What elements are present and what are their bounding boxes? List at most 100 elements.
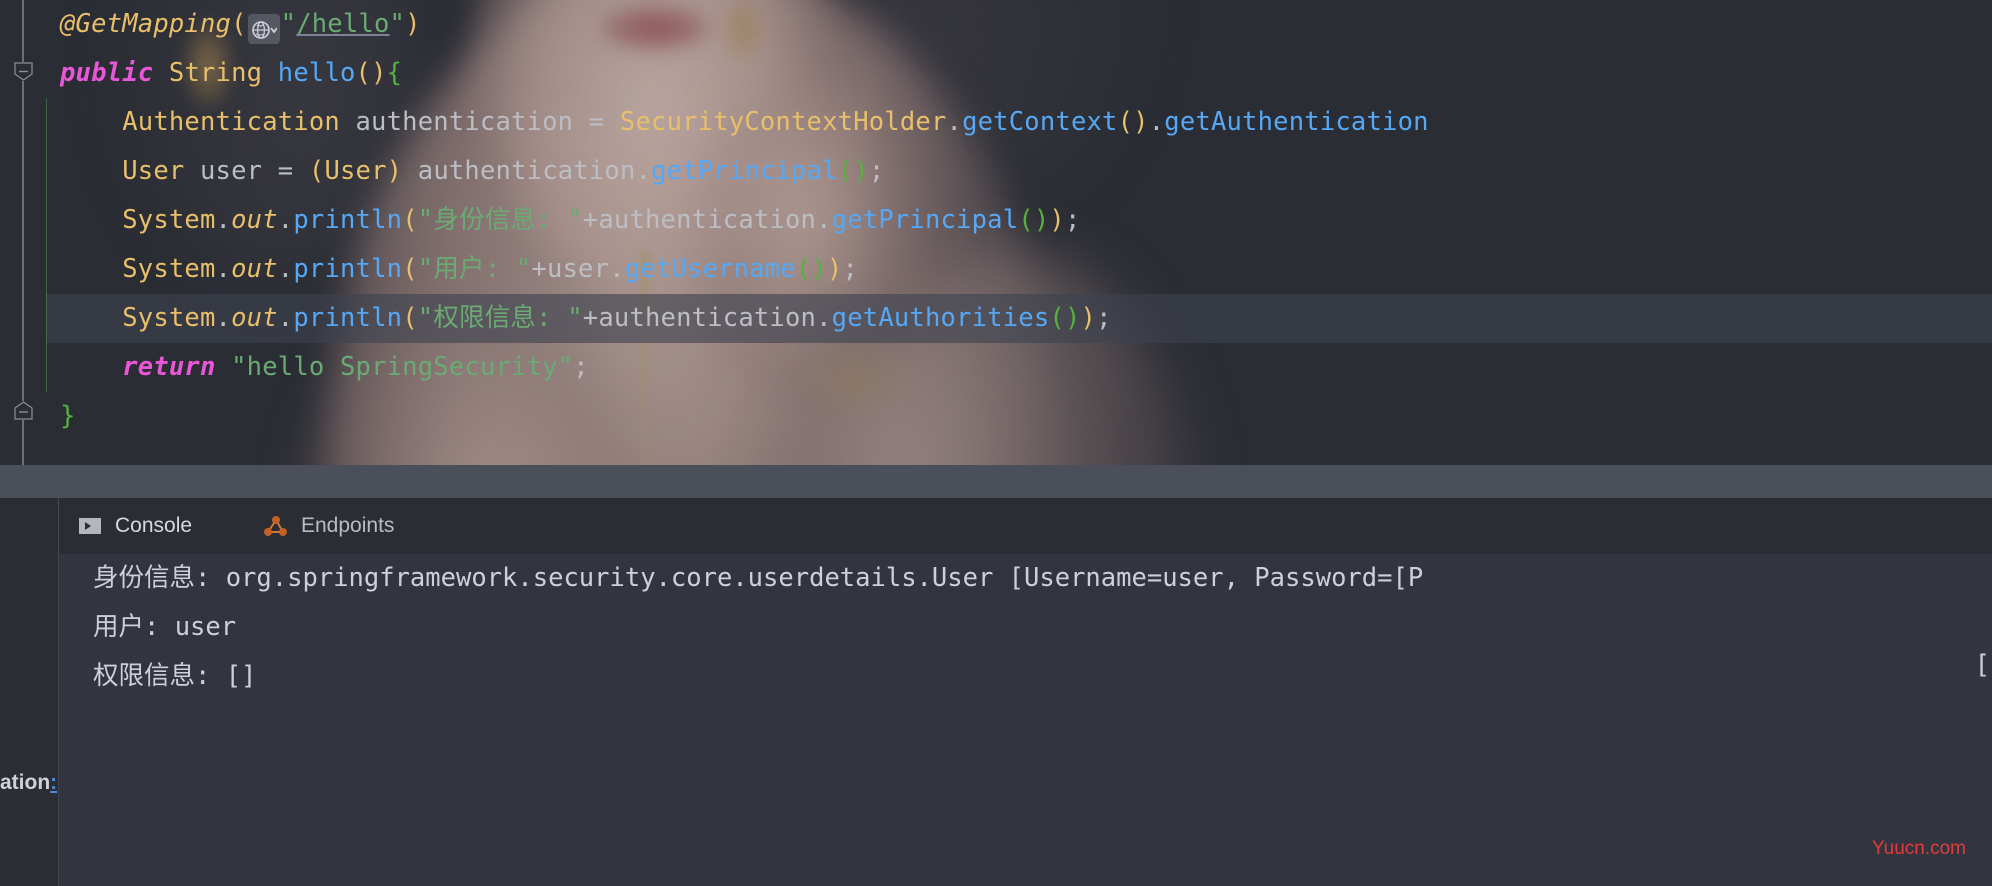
code-token: . — [277, 303, 294, 333]
code-token: ( — [402, 205, 418, 235]
code-token: ( — [402, 254, 418, 284]
run-tool-window[interactable]: Console Endpoints 身份信息: org.springframew… — [0, 498, 1992, 886]
editor-toolwindow-splitter[interactable] — [0, 465, 1992, 498]
code-token: Authentication — [122, 107, 340, 137]
code-token: . — [277, 205, 294, 235]
code-token: getPrincipal — [651, 156, 838, 186]
console-line: 权限信息: [] — [93, 661, 257, 691]
code-token: "用户: " — [417, 254, 532, 284]
code-token: getUsername — [624, 254, 796, 284]
code-token: . — [946, 107, 963, 137]
code-token: getPrincipal — [831, 205, 1019, 235]
console-line: 用户: user — [93, 612, 237, 642]
code-token: System — [122, 205, 216, 235]
code-token: ; — [573, 352, 589, 382]
code-token: public — [60, 58, 154, 88]
globe-icon[interactable] — [247, 14, 280, 44]
code-line[interactable]: System.out.println("用户: "+user.getUserna… — [46, 245, 1992, 294]
indent-guide — [46, 196, 47, 245]
editor-gutter[interactable] — [0, 0, 46, 465]
code-token: { — [386, 58, 403, 88]
code-token: ; — [842, 254, 859, 284]
fold-collapse-icon[interactable] — [14, 62, 33, 81]
code-token: ; — [868, 156, 885, 186]
hidden-panel-leftover[interactable]: ation: — [0, 760, 58, 806]
code-line[interactable]: public String hello(){ — [46, 49, 1992, 98]
console-run-icon — [77, 513, 103, 539]
code-token: authentication — [402, 156, 636, 186]
fold-expand-icon[interactable] — [14, 401, 33, 420]
code-token: +user — [531, 254, 610, 284]
tool-window-tabbar[interactable]: Console Endpoints — [58, 498, 1992, 557]
endpoints-graph-icon — [263, 513, 289, 539]
leftover-link[interactable]: : — [50, 771, 57, 794]
code-line[interactable]: } — [46, 392, 1992, 441]
tool-window-left-strip — [0, 498, 58, 886]
code-editor[interactable]: @GetMapping("/hello") public String hello… — [0, 0, 1992, 465]
code-token: +authentication — [582, 303, 817, 333]
code-token: " — [280, 9, 297, 39]
code-token: . — [1148, 107, 1165, 137]
code-line[interactable]: System.out.println("身份信息: "+authenticati… — [46, 196, 1992, 245]
code-token: getContext — [962, 107, 1118, 137]
editor-code-area[interactable]: @GetMapping("/hello") public String hello… — [46, 0, 1992, 465]
code-token: ) — [1064, 303, 1081, 333]
code-token: " — [389, 9, 406, 39]
code-token: ) — [811, 254, 827, 284]
code-token: } — [60, 401, 76, 431]
code-token: user — [184, 156, 278, 186]
leftover-text: ation — [0, 771, 51, 794]
tab-console[interactable]: Console — [59, 498, 211, 557]
code-token: . — [277, 254, 294, 284]
code-token: ( — [1117, 107, 1134, 137]
code-line[interactable]: @GetMapping("/hello") — [46, 0, 1992, 49]
code-line[interactable]: System.out.println("权限信息: "+authenticati… — [46, 294, 1992, 343]
code-token: ; — [1096, 303, 1112, 333]
code-token: . — [215, 205, 232, 235]
code-token: println — [293, 254, 403, 284]
code-token: ( — [1018, 205, 1034, 235]
code-token: "身份信息: " — [417, 205, 583, 235]
indent-guide — [46, 147, 47, 196]
code-line[interactable]: User user = (User) authentication.getPri… — [46, 147, 1992, 196]
code-token: . — [816, 303, 832, 333]
code-token: out — [231, 254, 278, 284]
code-token: getAuthentication — [1164, 107, 1429, 137]
gutter-fold-line-bottom — [22, 420, 24, 465]
code-token: . — [215, 254, 232, 284]
code-token: ; — [1064, 205, 1081, 235]
code-token: ) — [371, 58, 387, 88]
console-output[interactable]: 身份信息: org.springframework.security.core.… — [58, 554, 1992, 886]
code-token: System — [122, 254, 216, 284]
indent-guide — [46, 294, 47, 343]
code-token: SecurityContextHolder — [619, 107, 947, 137]
code-token: ( — [795, 254, 812, 284]
code-token: . — [215, 303, 232, 333]
code-line[interactable]: return "hello SpringSecurity"; — [46, 343, 1992, 392]
code-token: User — [324, 156, 387, 186]
indent-guide — [46, 343, 47, 392]
indent-guide — [46, 245, 47, 294]
code-line[interactable]: Authentication authentication = Security… — [46, 98, 1992, 147]
console-line: 身份信息: org.springframework.security.core.… — [93, 563, 1424, 593]
code-token: out — [231, 303, 278, 333]
code-token: ) — [405, 9, 421, 39]
code-token: ( — [308, 156, 325, 186]
code-token: ) — [386, 156, 403, 186]
tab-endpoints[interactable]: Endpoints — [245, 498, 412, 554]
code-token: ( — [231, 9, 247, 39]
code-token: ) — [826, 254, 843, 284]
code-token: return — [122, 352, 216, 382]
code-token: println — [293, 303, 403, 333]
site-watermark: Yuucn.com — [1872, 838, 1966, 859]
code-token: /hello — [296, 9, 390, 39]
code-token: hello — [277, 58, 356, 88]
code-token: out — [231, 205, 278, 235]
